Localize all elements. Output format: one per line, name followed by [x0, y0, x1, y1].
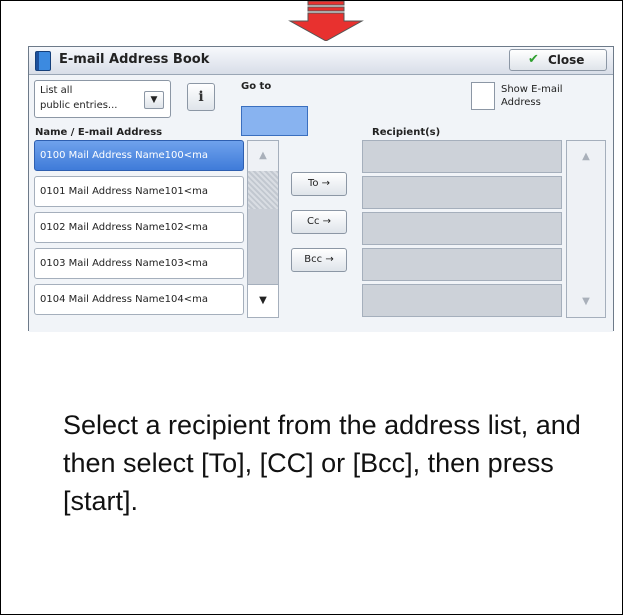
down-arrow-icon — [288, 1, 364, 41]
list-item-label: 0102 Mail Address Name102<ma — [40, 222, 208, 233]
chevron-down-icon: ▼ — [144, 91, 164, 109]
address-list: 0100 Mail Address Name100<ma 0101 Mail A… — [34, 140, 244, 318]
list-item-label: 0100 Mail Address Name100<ma — [40, 150, 208, 161]
recipient-list — [362, 140, 562, 318]
list-item[interactable]: 0102 Mail Address Name102<ma — [34, 212, 244, 243]
show-email-line-2: Address — [501, 97, 541, 108]
recipient-slot[interactable] — [362, 176, 562, 209]
dialog-title: E-mail Address Book — [59, 52, 210, 67]
info-button[interactable]: i — [187, 83, 215, 111]
recipient-slot[interactable] — [362, 284, 562, 317]
close-button[interactable]: ✔ Close — [509, 49, 607, 71]
recipient-slot[interactable] — [362, 212, 562, 245]
list-item[interactable]: 0103 Mail Address Name103<ma — [34, 248, 244, 279]
goto-input[interactable] — [241, 106, 308, 136]
list-filter-dropdown[interactable]: List all public entries... ▼ — [34, 80, 171, 118]
slide-frame: E-mail Address Book ✔ Close List all pub… — [0, 0, 623, 615]
scroll-thumb[interactable] — [248, 171, 278, 209]
dialog-body: List all public entries... ▼ i Go to Sho… — [29, 75, 613, 332]
cc-button[interactable]: Cc → — [291, 210, 347, 234]
list-item-label: 0103 Mail Address Name103<ma — [40, 258, 208, 269]
show-email-line-1: Show E-mail — [501, 84, 563, 95]
list-item-label: 0104 Mail Address Name104<ma — [40, 294, 208, 305]
to-button[interactable]: To → — [291, 172, 347, 196]
filter-line-1: List all — [40, 85, 73, 96]
list-item[interactable]: 0101 Mail Address Name101<ma — [34, 176, 244, 207]
list-item[interactable]: 0104 Mail Address Name104<ma — [34, 284, 244, 315]
recipient-slot[interactable] — [362, 248, 562, 281]
goto-label: Go to — [241, 81, 272, 92]
show-email-checkbox[interactable] — [471, 82, 495, 110]
address-book-dialog: E-mail Address Book ✔ Close List all pub… — [28, 46, 614, 332]
scroll-up-icon[interactable]: ▲ — [567, 151, 605, 162]
bcc-button[interactable]: Bcc → — [291, 248, 347, 272]
show-email-label: Show E-mail Address — [501, 83, 563, 109]
instruction-text: Select a recipient from the address list… — [63, 410, 581, 516]
filter-line-2: public entries... — [40, 100, 118, 111]
list-scrollbar[interactable]: ▲ ▼ — [247, 140, 279, 318]
close-label: Close — [548, 53, 585, 67]
recipient-slot[interactable] — [362, 140, 562, 173]
address-book-icon — [35, 51, 51, 71]
name-column-header: Name / E-mail Address — [35, 127, 163, 138]
checkmark-icon: ✔ — [528, 52, 539, 67]
scroll-up-icon[interactable]: ▲ — [248, 141, 278, 171]
list-item[interactable]: 0100 Mail Address Name100<ma — [34, 140, 244, 171]
scroll-down-icon[interactable]: ▼ — [248, 284, 278, 317]
scroll-down-icon[interactable]: ▼ — [567, 296, 605, 307]
recipients-column-header: Recipient(s) — [372, 127, 441, 138]
recipient-scrollbar[interactable]: ▲ ▼ — [566, 140, 606, 318]
list-item-label: 0101 Mail Address Name101<ma — [40, 186, 208, 197]
title-bar: E-mail Address Book ✔ Close — [29, 47, 613, 75]
